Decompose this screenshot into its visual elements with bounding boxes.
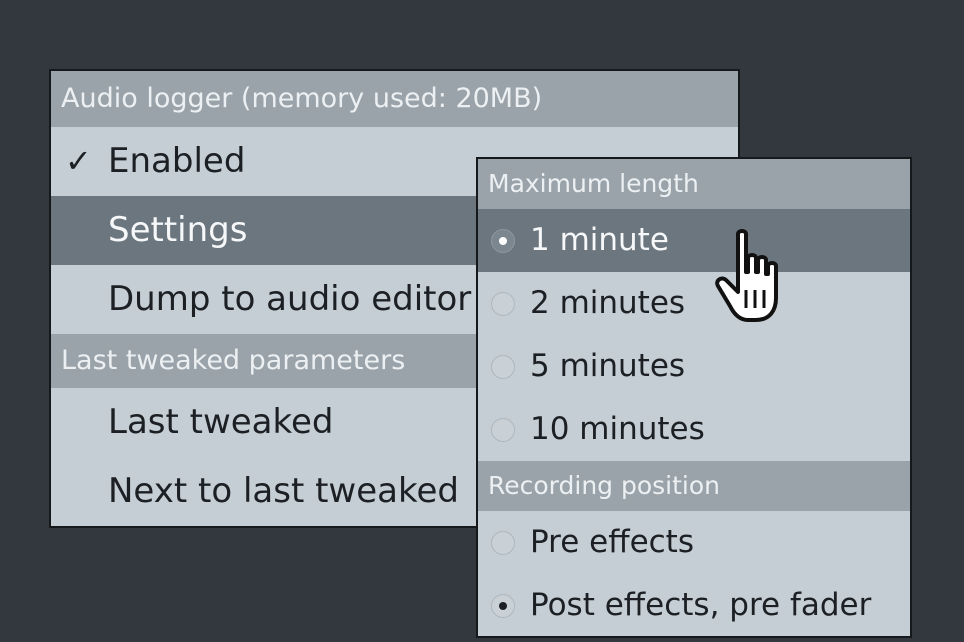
settings-submenu: Maximum length 1 minute 2 minutes 5 minu… <box>476 157 912 638</box>
maximum-length-header: Maximum length <box>478 159 910 209</box>
option-2-minutes[interactable]: 2 minutes <box>478 272 910 335</box>
radio-empty-icon <box>491 291 515 316</box>
audio-logger-header: Audio logger (memory used: 20MB) <box>51 71 738 127</box>
menu-item-settings-label: Settings <box>108 210 248 250</box>
recording-position-header: Recording position <box>478 461 910 511</box>
option-pre-effects[interactable]: Pre effects <box>478 511 910 574</box>
option-post-effects-label: Post effects, pre fader <box>530 587 872 623</box>
menu-item-enabled-label: Enabled <box>108 141 246 181</box>
audio-logger-header-label: Audio logger (memory used: 20MB) <box>61 83 543 114</box>
option-10-minutes[interactable]: 10 minutes <box>478 398 910 461</box>
option-1-minute-label: 1 minute <box>530 222 669 258</box>
radio-empty-icon <box>491 354 515 379</box>
hand-pointer-icon <box>715 229 778 322</box>
option-5-minutes[interactable]: 5 minutes <box>478 335 910 398</box>
option-2-minutes-label: 2 minutes <box>530 285 686 321</box>
radio-selected-icon <box>491 228 515 253</box>
radio-empty-icon <box>491 417 515 442</box>
option-10-minutes-label: 10 minutes <box>530 411 705 447</box>
checkmark-icon: ✓ <box>65 142 92 180</box>
radio-selected-icon <box>491 593 515 618</box>
last-tweaked-header-label: Last tweaked parameters <box>61 345 406 376</box>
menu-item-dump-label: Dump to audio editor <box>108 279 472 319</box>
option-post-effects-pre-fader[interactable]: Post effects, pre fader <box>478 574 910 637</box>
option-1-minute[interactable]: 1 minute <box>478 209 910 272</box>
recording-position-header-label: Recording position <box>488 471 721 500</box>
menu-item-last-tweaked-label: Last tweaked <box>108 402 334 442</box>
maximum-length-header-label: Maximum length <box>488 169 699 198</box>
option-5-minutes-label: 5 minutes <box>530 348 686 384</box>
radio-empty-icon <box>491 530 515 555</box>
menu-item-next-to-last-label: Next to last tweaked <box>108 471 459 511</box>
option-pre-effects-label: Pre effects <box>530 524 694 560</box>
